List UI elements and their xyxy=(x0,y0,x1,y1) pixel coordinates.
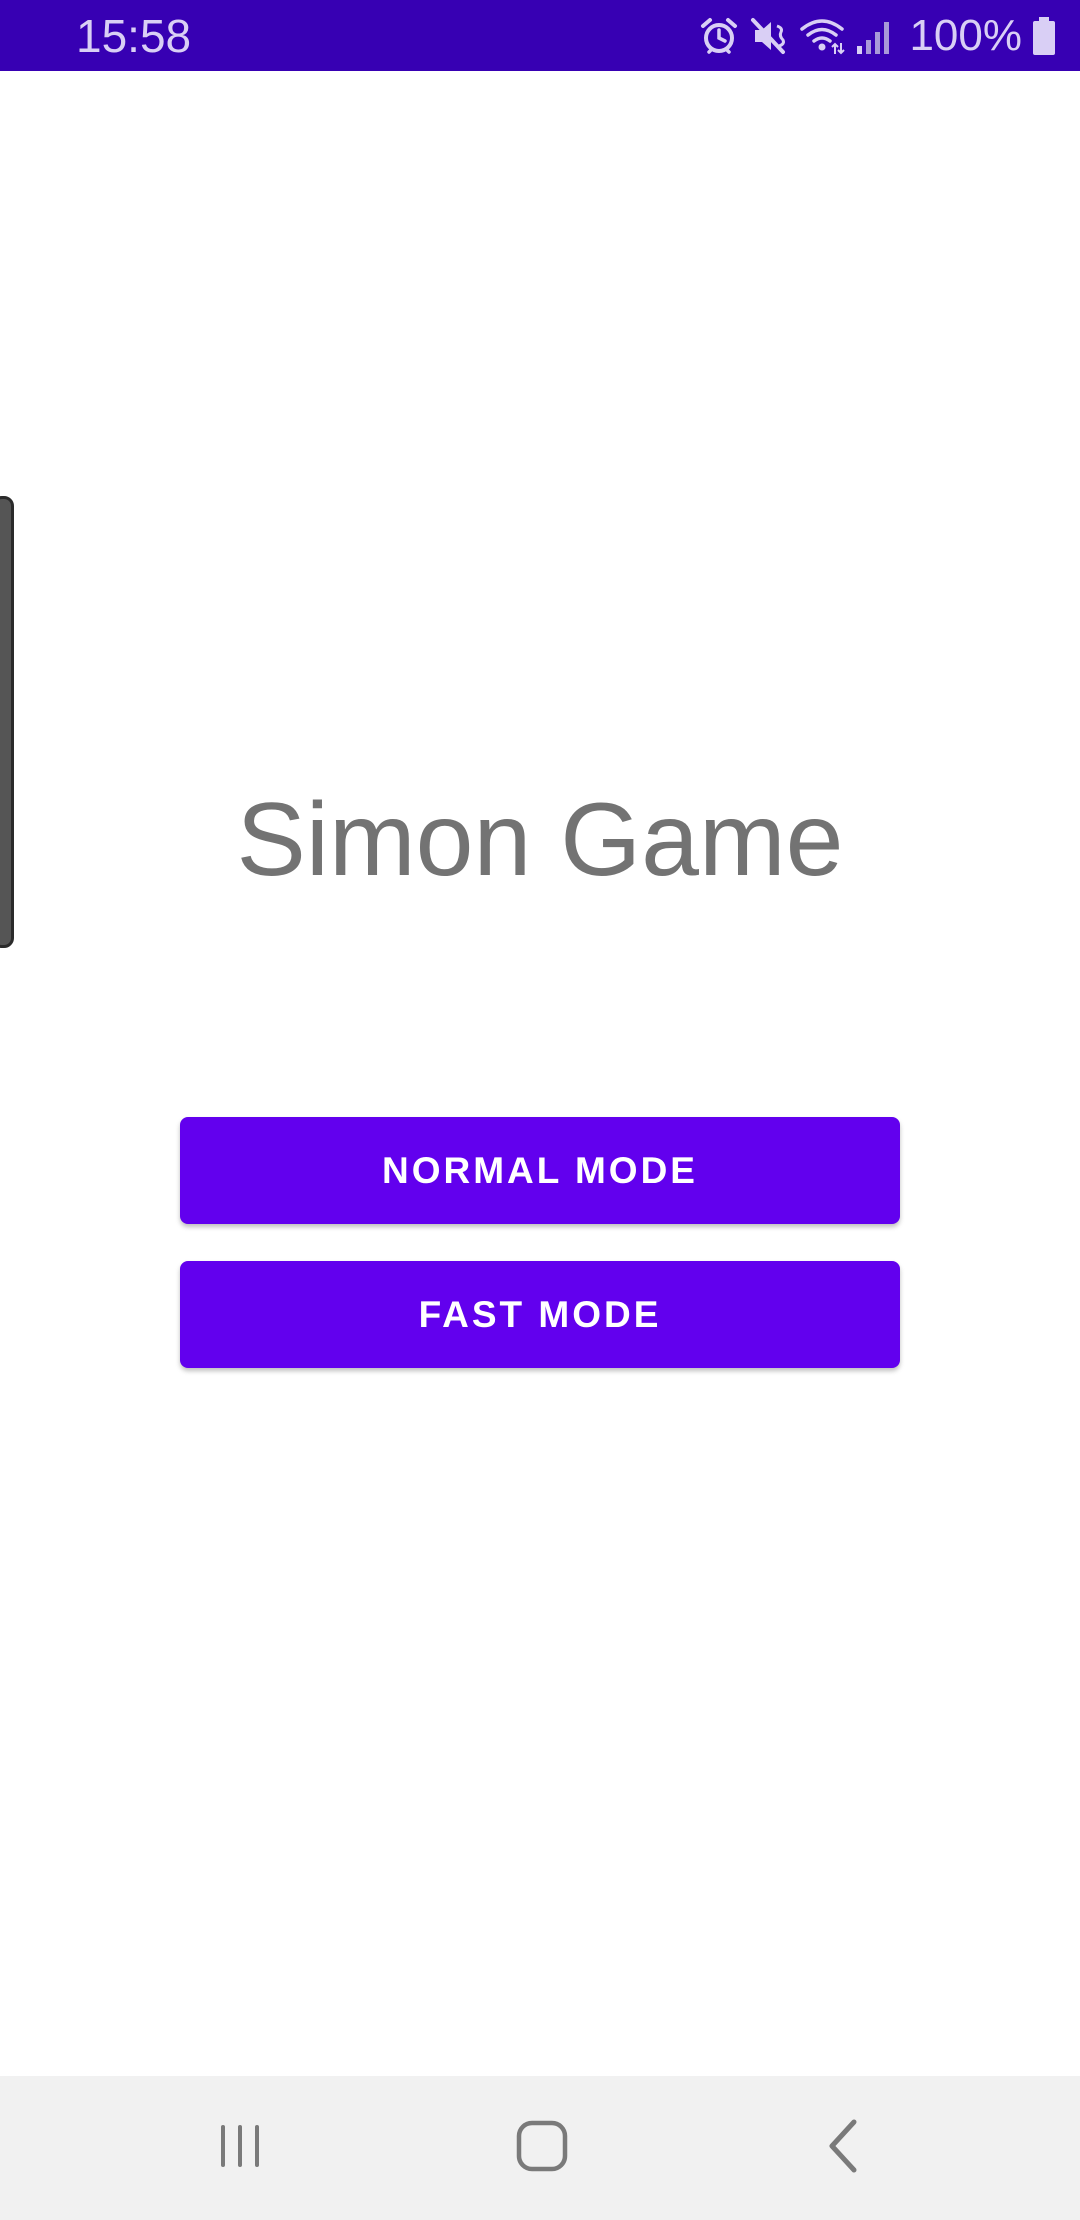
page-title: Simon Game xyxy=(236,782,844,898)
battery-percent: 100% xyxy=(909,11,1022,60)
status-time: 15:58 xyxy=(76,10,192,62)
back-icon xyxy=(824,2118,864,2179)
alarm-icon xyxy=(699,16,739,56)
normal-mode-button[interactable]: NORMAL MODE xyxy=(180,1117,900,1224)
battery-icon xyxy=(1032,16,1056,56)
app-screen: 15:58 100% Simon Game NORMAL MODE FAST M… xyxy=(0,0,1080,2220)
wifi-icon xyxy=(799,16,846,56)
recents-icon xyxy=(215,2121,265,2176)
recents-button[interactable] xyxy=(180,2098,300,2198)
mute-icon xyxy=(749,16,789,56)
signal-icon xyxy=(855,16,895,56)
home-icon xyxy=(515,2119,569,2178)
status-icons: 100% xyxy=(699,10,1056,62)
navigation-bar xyxy=(0,2076,1080,2220)
status-bar: 15:58 100% xyxy=(0,0,1080,71)
fast-mode-button[interactable]: FAST MODE xyxy=(180,1261,900,1368)
home-button[interactable] xyxy=(482,2098,602,2198)
back-button[interactable] xyxy=(784,2098,904,2198)
